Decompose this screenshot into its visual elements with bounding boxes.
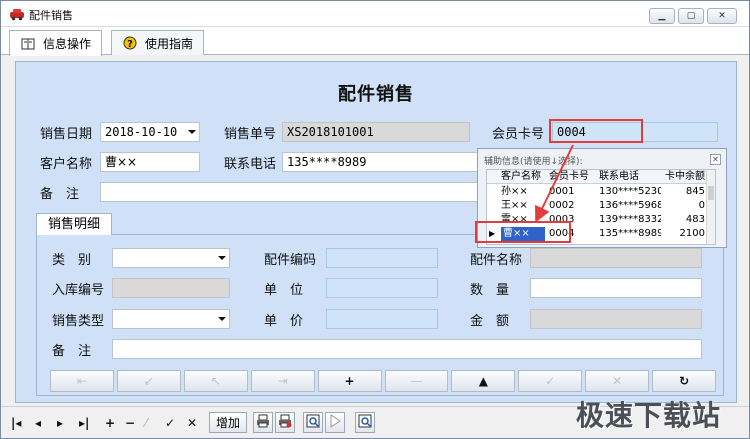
search-icon xyxy=(358,414,372,431)
next-icon: ▸ xyxy=(57,416,64,430)
last-icon: ▸| xyxy=(79,416,90,430)
play-button[interactable] xyxy=(325,412,345,433)
first-icon: |◂ xyxy=(11,416,22,430)
search-button[interactable] xyxy=(355,412,375,433)
add-label: 增加 xyxy=(215,416,240,430)
printer-icon xyxy=(256,414,270,431)
plus-icon: + xyxy=(105,416,116,430)
last-record-button[interactable]: ▸| xyxy=(79,414,89,432)
post-record-button[interactable]: ✓ xyxy=(165,414,175,432)
bottom-toolbar: |◂ ◂ ▸ ▸| + − ⁄ ✓ ✕ 增加 极速下载站 xyxy=(1,399,749,438)
cancel-record-button[interactable]: ✕ xyxy=(187,414,197,432)
check-icon: ✓ xyxy=(165,416,176,430)
app-window: 配件销售 ▁ ▢ ✕ 信息操作 ? 使用指南 配件销售 销售日期 2018-10… xyxy=(0,0,750,439)
print-button[interactable] xyxy=(253,412,273,433)
magnifier-icon xyxy=(306,414,320,431)
x-icon: ✕ xyxy=(187,416,198,430)
play-icon xyxy=(329,414,341,431)
edit-record-button[interactable]: ⁄ xyxy=(145,414,147,432)
next-record-button[interactable]: ▸ xyxy=(57,414,63,432)
prev-record-button[interactable]: ◂ xyxy=(35,414,41,432)
printer-setup-icon xyxy=(278,414,292,431)
insert-record-button[interactable]: + xyxy=(105,414,115,432)
watermark-text: 极速下载站 xyxy=(576,399,722,432)
print-setup-button[interactable] xyxy=(275,412,295,433)
prev-icon: ◂ xyxy=(35,416,42,430)
first-record-button[interactable]: |◂ xyxy=(11,414,21,432)
pointer-arrow-icon xyxy=(535,144,574,223)
delete-record-button[interactable]: − xyxy=(125,414,135,432)
minus-icon: − xyxy=(125,416,136,430)
preview-button[interactable] xyxy=(303,412,323,433)
add-button[interactable]: 增加 xyxy=(209,412,247,433)
edit-icon: ⁄ xyxy=(145,416,148,430)
